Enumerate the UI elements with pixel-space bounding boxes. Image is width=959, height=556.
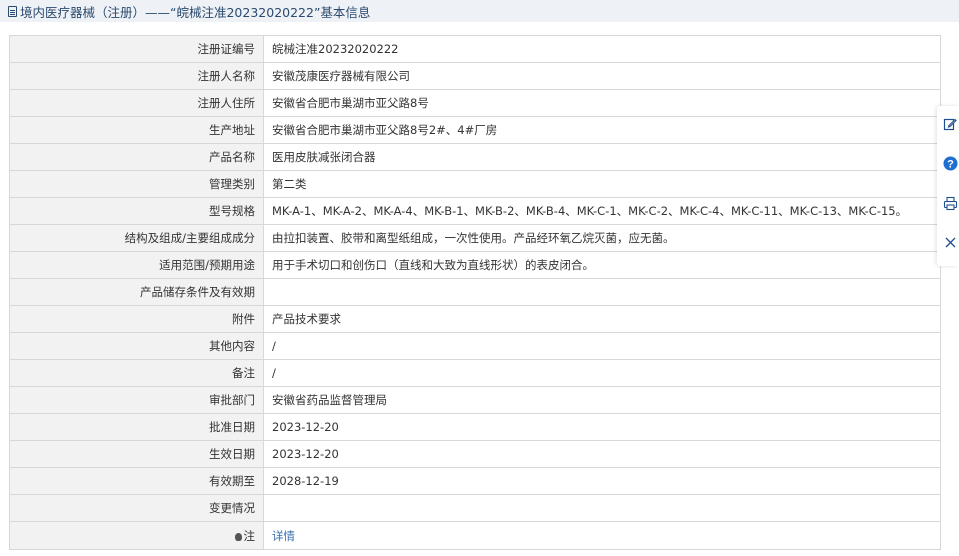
lightbulb-icon <box>234 532 242 541</box>
row-value <box>263 494 941 522</box>
row-value: 第二类 <box>263 170 941 198</box>
row-value: / <box>263 332 941 360</box>
row-value <box>263 278 941 306</box>
table-row: 批准日期 2023-12-20 <box>9 413 941 441</box>
row-label: 结构及组成/主要组成成分 <box>9 224 264 252</box>
row-label: 适用范围/预期用途 <box>9 251 264 279</box>
side-toolbar: ? <box>937 106 959 266</box>
print-icon[interactable] <box>942 195 958 211</box>
row-value: 皖械注准20232020222 <box>263 35 941 63</box>
info-table: 注册证编号 皖械注准20232020222 注册人名称 安徽茂康医疗器械有限公司… <box>9 35 941 550</box>
table-row: 结构及组成/主要组成成分 由拉扣装置、胶带和离型纸组成，一次性使用。产品经环氧乙… <box>9 224 941 252</box>
row-value: 安徽省药品监督管理局 <box>263 386 941 414</box>
table-row: 生产地址 安徽省合肥市巢湖市亚父路8号2#、4#厂房 <box>9 116 941 144</box>
row-label: 产品储存条件及有效期 <box>9 278 264 306</box>
help-icon[interactable]: ? <box>942 155 958 171</box>
row-label: 有效期至 <box>9 467 264 495</box>
row-value: 2028-12-19 <box>263 467 941 495</box>
note-label: 注 <box>243 528 256 543</box>
detail-link[interactable]: 详情 <box>272 529 295 543</box>
table-row: 适用范围/预期用途 用于手术切口和创伤口（直线和大致为直线形状）的表皮闭合。 <box>9 251 941 279</box>
table-row: 生效日期 2023-12-20 <box>9 440 941 468</box>
row-label: 生效日期 <box>9 440 264 468</box>
close-icon[interactable] <box>942 234 958 250</box>
page: 境内医疗器械（注册）——“皖械注准20232020222”基本信息 注册证编号 … <box>0 0 959 556</box>
page-header: 境内医疗器械（注册）——“皖械注准20232020222”基本信息 <box>0 0 959 22</box>
table-row: 附件 产品技术要求 <box>9 305 941 333</box>
row-label: 管理类别 <box>9 170 264 198</box>
row-label: 审批部门 <box>9 386 264 414</box>
table-row: 管理类别 第二类 <box>9 170 941 198</box>
note-label-cell: 注 <box>9 521 264 550</box>
row-label: 附件 <box>9 305 264 333</box>
row-value: 产品技术要求 <box>263 305 941 333</box>
row-value: 2023-12-20 <box>263 413 941 441</box>
edit-icon[interactable] <box>942 116 958 132</box>
note-value-cell: 详情 <box>263 521 941 550</box>
row-value: 安徽省合肥市巢湖市亚父路8号 <box>263 89 941 117</box>
svg-text:?: ? <box>947 158 954 170</box>
table-row: 注册人住所 安徽省合肥市巢湖市亚父路8号 <box>9 89 941 117</box>
table-row: 有效期至 2028-12-19 <box>9 467 941 495</box>
row-value: MK-A-1、MK-A-2、MK-A-4、MK-B-1、MK-B-2、MK-B-… <box>263 197 941 225</box>
row-value: 安徽省合肥市巢湖市亚父路8号2#、4#厂房 <box>263 116 941 144</box>
row-value: 安徽茂康医疗器械有限公司 <box>263 62 941 90</box>
table-row: 产品名称 医用皮肤减张闭合器 <box>9 143 941 171</box>
table-row: 审批部门 安徽省药品监督管理局 <box>9 386 941 414</box>
note-row: 注 详情 <box>9 521 941 550</box>
row-label: 注册人名称 <box>9 62 264 90</box>
table-row: 其他内容 / <box>9 332 941 360</box>
table-row: 备注 / <box>9 359 941 387</box>
table-row: 变更情况 <box>9 494 941 522</box>
row-label: 注册人住所 <box>9 89 264 117</box>
row-value: 用于手术切口和创伤口（直线和大致为直线形状）的表皮闭合。 <box>263 251 941 279</box>
row-value: 2023-12-20 <box>263 440 941 468</box>
row-value: 医用皮肤减张闭合器 <box>263 143 941 171</box>
row-label: 其他内容 <box>9 332 264 360</box>
row-value: 由拉扣装置、胶带和离型纸组成，一次性使用。产品经环氧乙烷灭菌，应无菌。 <box>263 224 941 252</box>
row-label: 备注 <box>9 359 264 387</box>
row-label: 产品名称 <box>9 143 264 171</box>
table-row: 注册证编号 皖械注准20232020222 <box>9 35 941 63</box>
row-value: / <box>263 359 941 387</box>
row-label: 变更情况 <box>9 494 264 522</box>
table-row: 产品储存条件及有效期 <box>9 278 941 306</box>
row-label: 型号规格 <box>9 197 264 225</box>
row-label: 生产地址 <box>9 116 264 144</box>
row-label: 批准日期 <box>9 413 264 441</box>
document-icon <box>8 5 17 17</box>
table-row: 型号规格 MK-A-1、MK-A-2、MK-A-4、MK-B-1、MK-B-2、… <box>9 197 941 225</box>
page-title: 境内医疗器械（注册）——“皖械注准20232020222”基本信息 <box>20 4 371 20</box>
row-label: 注册证编号 <box>9 35 264 63</box>
table-row: 注册人名称 安徽茂康医疗器械有限公司 <box>9 62 941 90</box>
